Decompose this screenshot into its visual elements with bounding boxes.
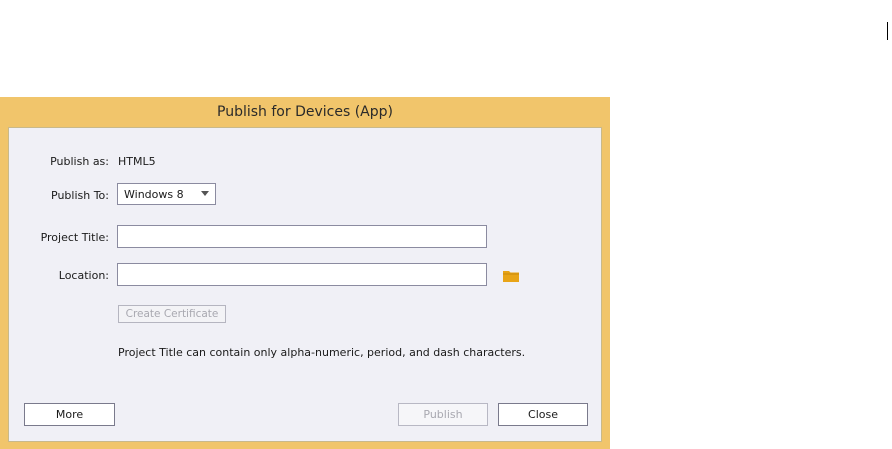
- location-label: Location:: [58, 269, 109, 282]
- more-button[interactable]: More: [24, 403, 115, 426]
- publish-button[interactable]: Publish: [398, 403, 488, 426]
- location-input[interactable]: [117, 263, 487, 286]
- publish-as-label: Publish as:: [50, 155, 109, 168]
- window-edge-line: [887, 22, 888, 40]
- project-title-note: Project Title can contain only alpha-num…: [118, 346, 526, 359]
- publish-dialog: Publish for Devices (App) Publish as: HT…: [0, 97, 610, 449]
- publish-to-selected: Windows 8: [124, 187, 184, 201]
- publish-to-dropdown[interactable]: Windows 8: [117, 183, 216, 205]
- project-title-input[interactable]: [117, 225, 487, 248]
- project-title-label: Project Title:: [40, 231, 109, 244]
- chevron-down-icon: [201, 191, 209, 196]
- create-certificate-button[interactable]: Create Certificate: [118, 305, 226, 323]
- folder-icon[interactable]: [503, 270, 519, 282]
- publish-to-label: Publish To:: [51, 189, 109, 202]
- dialog-client-area: Publish as: HTML5 Publish To: Windows 8 …: [8, 127, 602, 442]
- publish-as-value: HTML5: [118, 155, 156, 168]
- close-button[interactable]: Close: [498, 403, 588, 426]
- dialog-title[interactable]: Publish for Devices (App): [0, 97, 610, 127]
